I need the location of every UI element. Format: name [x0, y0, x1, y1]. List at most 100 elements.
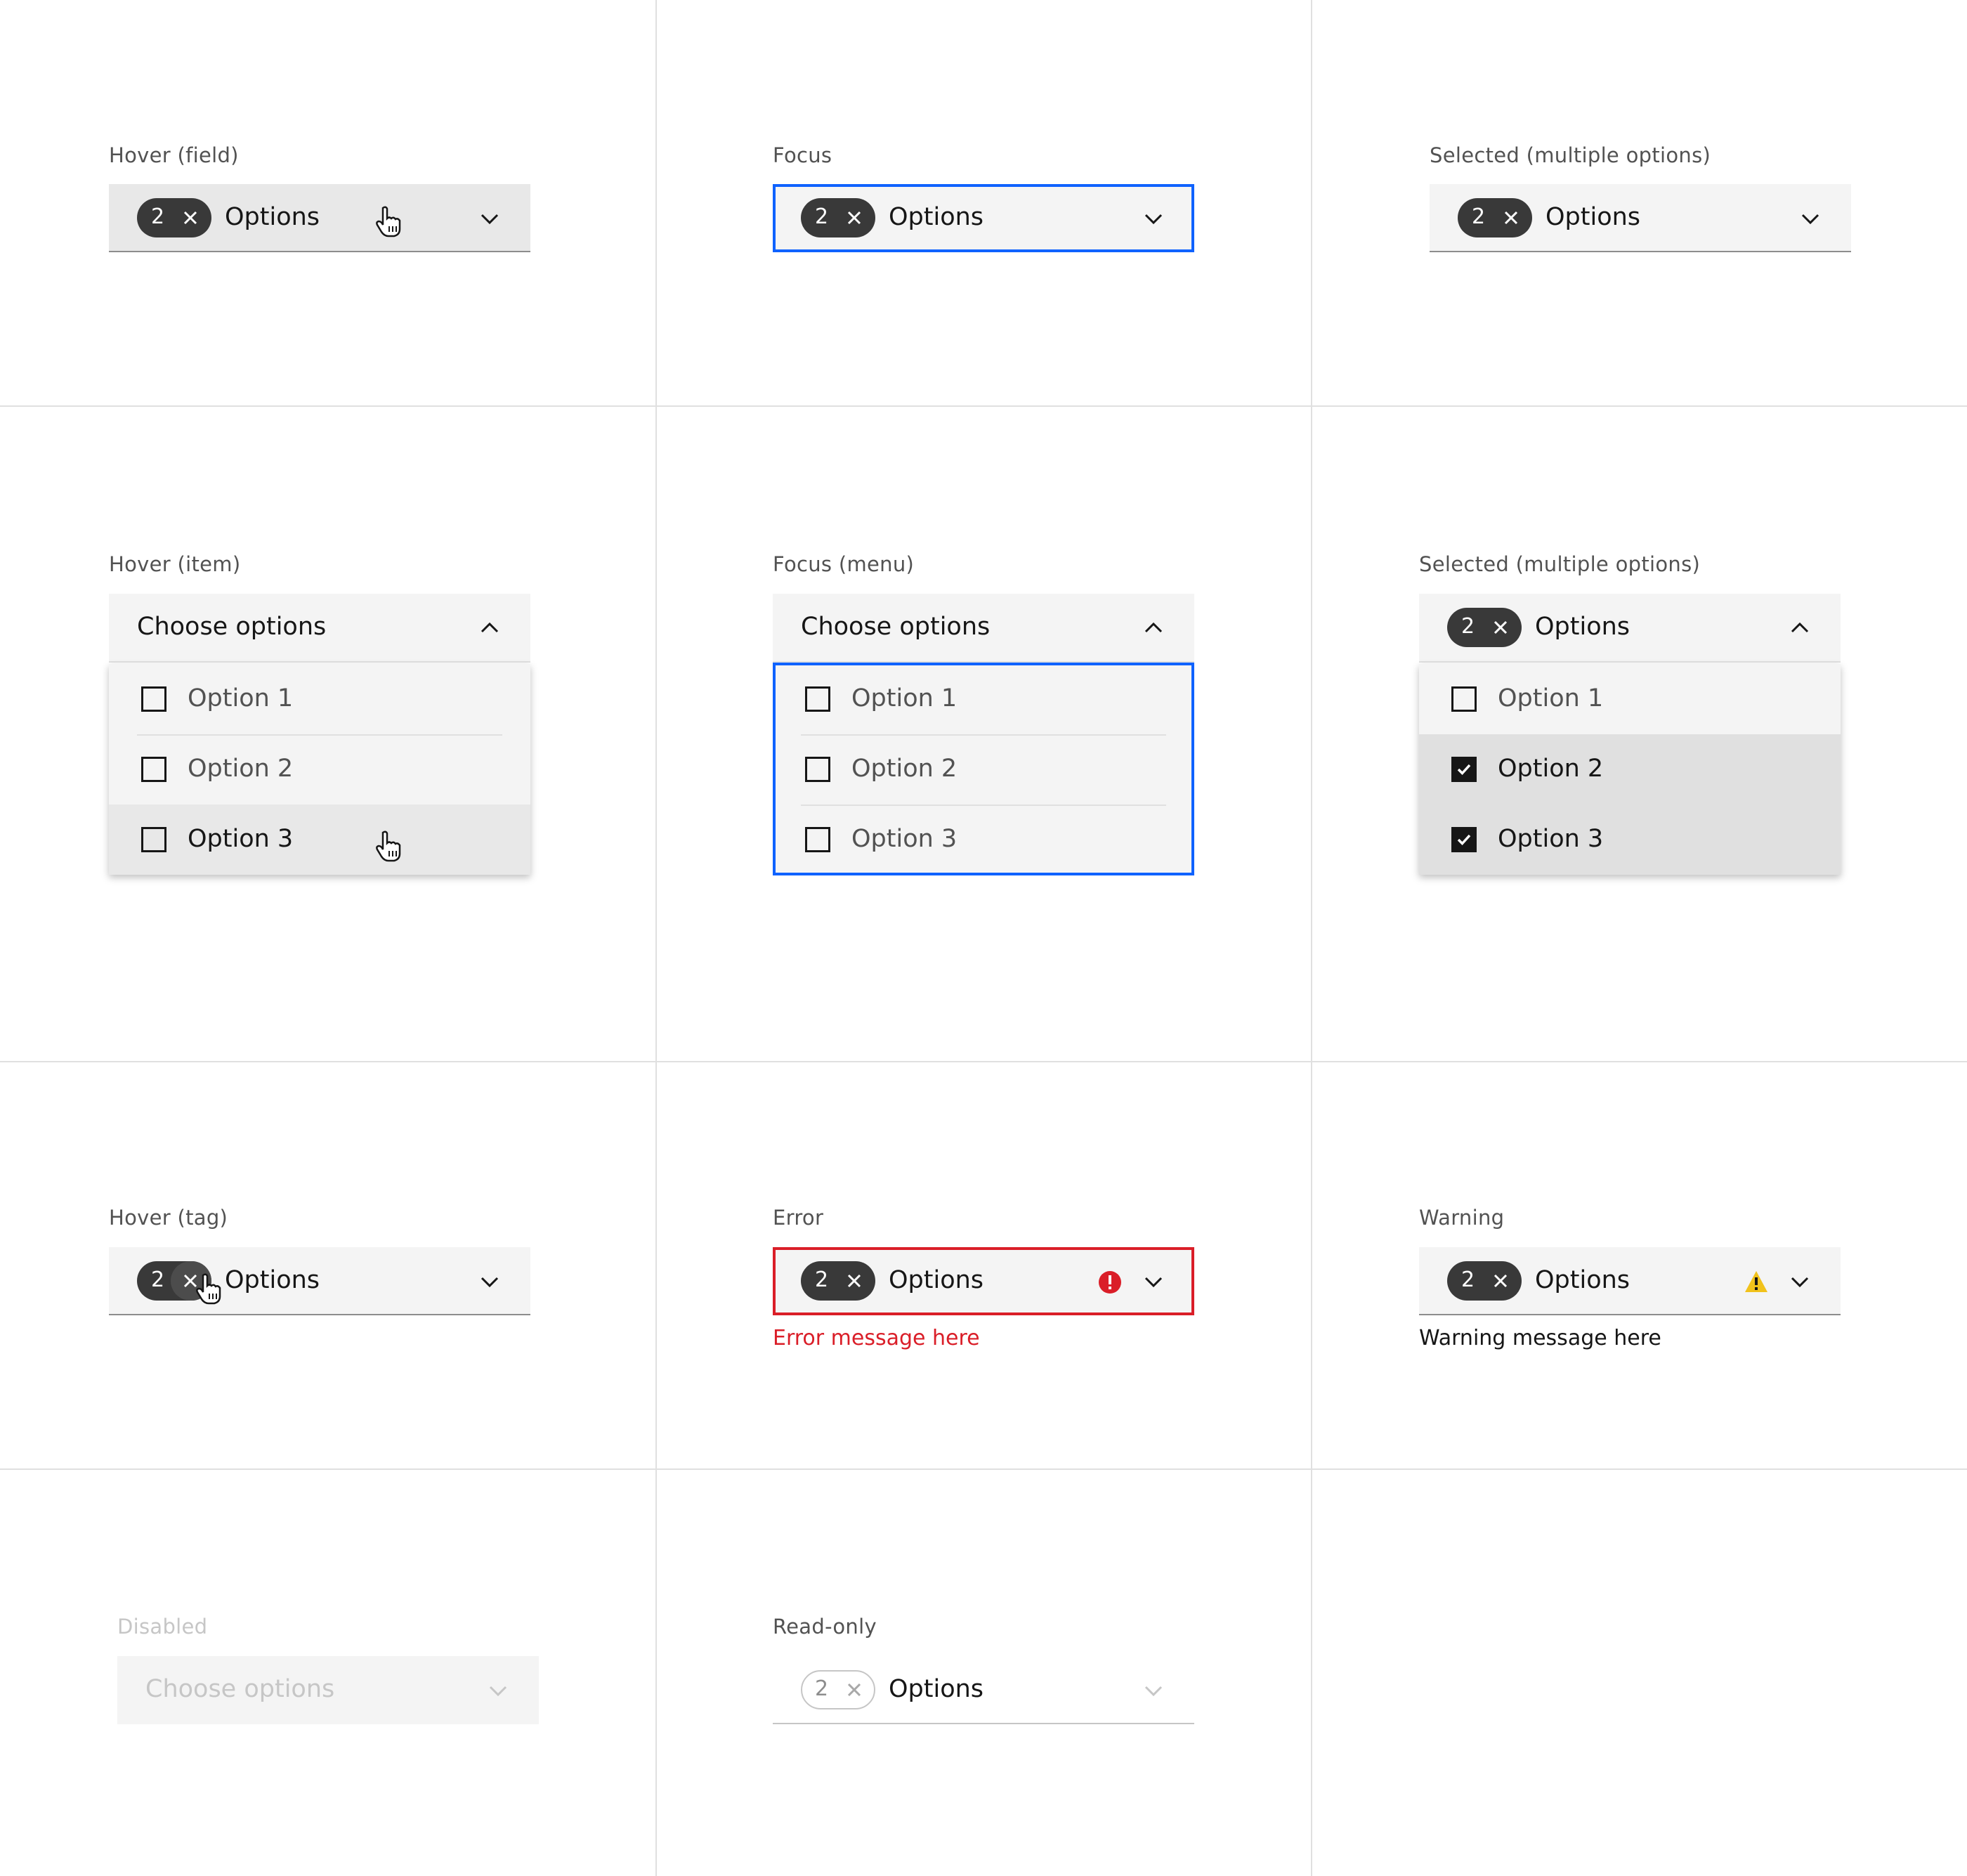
- field-label: Error: [773, 1206, 824, 1230]
- field-placeholder: Choose options: [801, 613, 991, 641]
- menu-divider: [137, 734, 502, 736]
- hand-cursor-icon: [196, 1273, 221, 1305]
- multiselect-field-readonly: 2 Options: [773, 1656, 1194, 1724]
- menu-item-option-2[interactable]: Option 2: [1419, 734, 1841, 805]
- menu-item-option-1[interactable]: Option 1: [109, 664, 530, 734]
- chevron-down-icon[interactable]: [479, 1271, 500, 1292]
- field-label: Read-only: [773, 1615, 877, 1639]
- checkbox[interactable]: [1451, 686, 1477, 712]
- menu-item-option-3[interactable]: Option 3: [1419, 805, 1841, 875]
- menu-item-label: Option 2: [1498, 755, 1604, 783]
- menu-item-label: Option 2: [851, 755, 958, 783]
- multiselect-field-selected[interactable]: 2 Options: [1430, 184, 1851, 252]
- selection-tag[interactable]: 2: [1447, 608, 1522, 647]
- field-label: Focus: [773, 143, 832, 167]
- tag-count: 2: [815, 1268, 829, 1292]
- options-menu: Option 1 Option 2 Option 3: [109, 664, 530, 875]
- selection-tag-readonly: 2: [801, 1670, 875, 1709]
- field-value: Options: [1546, 203, 1641, 231]
- field-label: Selected (multiple options): [1430, 143, 1711, 167]
- chevron-down-icon[interactable]: [1143, 1271, 1164, 1292]
- field-value: Options: [225, 1266, 320, 1294]
- checkbox[interactable]: [141, 686, 166, 712]
- multiselect-field-open[interactable]: Choose options: [773, 594, 1194, 663]
- multiselect-field-focus[interactable]: 2 Options: [773, 184, 1194, 252]
- chevron-down-icon: [489, 1686, 507, 1697]
- field-value: Options: [889, 1266, 984, 1294]
- chevron-up-icon[interactable]: [1789, 618, 1810, 639]
- tag-count: 2: [1472, 204, 1486, 229]
- multiselect-field-disabled: Choose options: [117, 1656, 539, 1724]
- close-icon: [847, 1683, 861, 1697]
- close-icon[interactable]: [1501, 208, 1521, 228]
- menu-item-option-2[interactable]: Option 2: [109, 734, 530, 805]
- menu-item-label: Option 3: [1498, 825, 1604, 853]
- options-menu-focused: Option 1 Option 2 Option 3: [773, 663, 1194, 875]
- close-icon[interactable]: [1491, 618, 1510, 637]
- error-message: Error message here: [773, 1326, 980, 1350]
- hand-cursor-icon: [376, 206, 401, 237]
- warning-message: Warning message here: [1419, 1326, 1661, 1350]
- field-label: Hover (item): [109, 552, 241, 576]
- menu-item-option-2[interactable]: Option 2: [776, 734, 1191, 805]
- checkbox[interactable]: [141, 827, 166, 852]
- grid-divider-vertical-1: [655, 0, 657, 1876]
- checkbox[interactable]: [805, 757, 830, 782]
- close-icon[interactable]: [1491, 1271, 1510, 1291]
- menu-item-label: Option 1: [851, 684, 958, 712]
- field-value: Options: [1535, 613, 1631, 641]
- menu-item-label: Option 2: [188, 755, 294, 783]
- field-placeholder: Choose options: [145, 1675, 335, 1703]
- field-label: Disabled: [117, 1615, 208, 1639]
- field-label: Focus (menu): [773, 552, 915, 576]
- menu-item-option-1[interactable]: Option 1: [1419, 664, 1841, 734]
- multiselect-field-open[interactable]: Choose options: [109, 594, 530, 663]
- multiselect-field-open-selected[interactable]: 2 Options: [1419, 594, 1841, 663]
- chevron-down-icon[interactable]: [479, 208, 500, 229]
- multiselect-field-error[interactable]: 2 Options: [773, 1247, 1194, 1315]
- menu-item-option-1[interactable]: Option 1: [776, 665, 1191, 734]
- close-icon[interactable]: [844, 1271, 864, 1291]
- selection-tag[interactable]: 2: [801, 198, 875, 237]
- checkbox[interactable]: [805, 827, 830, 852]
- multiselect-field-warning[interactable]: 2 Options: [1419, 1247, 1841, 1315]
- menu-item-label: Option 1: [188, 684, 294, 712]
- selection-tag[interactable]: 2: [1447, 1261, 1522, 1301]
- chevron-down-icon[interactable]: [1789, 1271, 1810, 1292]
- multiselect-field-hover[interactable]: 2 Options: [109, 184, 530, 252]
- selection-tag[interactable]: 2: [137, 198, 211, 237]
- options-menu: Option 1 Option 2 Option 3: [1419, 664, 1841, 875]
- chevron-down-icon[interactable]: [1143, 208, 1164, 229]
- hand-cursor-icon: [376, 830, 401, 862]
- grid-divider-horizontal-2: [0, 1061, 1967, 1062]
- checkbox-checked[interactable]: [1451, 757, 1477, 782]
- tag-count: 2: [815, 1676, 829, 1701]
- grid-divider-horizontal-3: [0, 1468, 1967, 1470]
- grid-divider-vertical-2: [1311, 0, 1312, 1876]
- checkbox[interactable]: [141, 757, 166, 782]
- tag-count: 2: [815, 204, 829, 229]
- checkbox[interactable]: [805, 686, 830, 712]
- checkbox-checked[interactable]: [1451, 827, 1477, 852]
- field-placeholder: Choose options: [137, 613, 327, 641]
- close-icon[interactable]: [844, 208, 864, 228]
- field-label: Hover (field): [109, 143, 239, 167]
- multiselect-field-tag-hover[interactable]: 2 Options: [109, 1247, 530, 1315]
- menu-item-option-3[interactable]: Option 3: [776, 805, 1191, 873]
- selection-tag[interactable]: 2: [801, 1261, 875, 1301]
- menu-item-option-3[interactable]: Option 3: [109, 805, 530, 875]
- chevron-up-icon[interactable]: [1143, 618, 1164, 639]
- tag-count: 2: [1461, 614, 1475, 639]
- menu-divider: [801, 734, 1166, 736]
- field-label: Selected (multiple options): [1419, 552, 1701, 576]
- field-value: Options: [1535, 1266, 1631, 1294]
- tag-count: 2: [151, 1268, 165, 1292]
- field-value: Options: [225, 203, 320, 231]
- close-icon[interactable]: [181, 208, 200, 228]
- field-value: Options: [889, 1675, 984, 1703]
- chevron-down-icon[interactable]: [1800, 208, 1821, 229]
- warning-icon: [1745, 1271, 1767, 1292]
- error-icon: [1099, 1271, 1121, 1294]
- chevron-up-icon[interactable]: [479, 618, 500, 639]
- selection-tag[interactable]: 2: [1458, 198, 1532, 237]
